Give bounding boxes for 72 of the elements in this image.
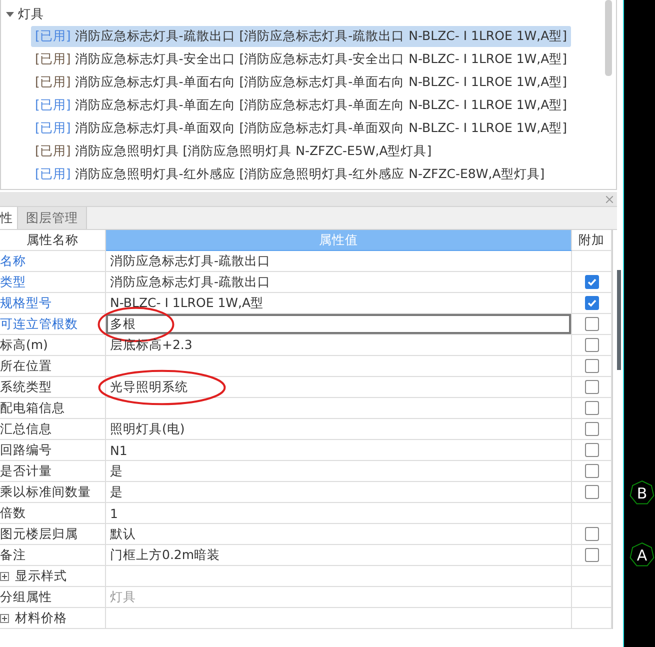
property-value: N-BLZC- Ⅰ 1LROE 1W,A型 [106, 293, 572, 314]
checkbox[interactable] [584, 422, 598, 436]
property-name: 类型 [0, 272, 106, 293]
tab[interactable]: 性 [0, 207, 18, 229]
group-label: 材料价格 [15, 610, 67, 626]
property-value: 门框上方0.2m暗装 [106, 545, 572, 566]
property-value: 照明灯具(电) [106, 419, 572, 440]
property-name: 乘以标准间数量 [0, 482, 106, 503]
property-name: 标高(m) [0, 335, 106, 356]
property-value: 灯具 [106, 587, 572, 608]
axis-marker: A [629, 542, 655, 568]
status-tag: [已用] [35, 143, 71, 160]
collapse-triangle-icon[interactable] [5, 10, 15, 18]
close-icon[interactable] [606, 196, 613, 202]
expand-icon[interactable] [0, 572, 9, 580]
property-name: 图元楼层归属 [0, 524, 106, 545]
checkbox[interactable] [584, 401, 598, 415]
checkbox[interactable] [584, 275, 598, 289]
property-name: 汇总信息 [0, 419, 106, 440]
property-name: 回路编号 [0, 440, 106, 461]
property-name: 倍数 [0, 503, 106, 524]
property-name: 是否计量 [0, 461, 106, 482]
checkbox[interactable] [584, 443, 598, 457]
property-value: 消防应急标志灯具-疏散出口 [106, 251, 572, 272]
tree-item[interactable]: [已用] 消防应急标志灯具-疏散出口 [消防应急标志灯具-疏散出口 N-BLZC- Ⅰ 1LROE 1W,A型] [31, 26, 572, 47]
checkbox[interactable] [584, 380, 598, 394]
group-label: 显示样式 [15, 568, 67, 584]
tree-item[interactable]: [已用] 消防应急标志灯具-安全出口 [消防应急标志灯具-安全出口 N-BLZC- Ⅰ 1LROE 1W,A型] [31, 49, 572, 70]
tree-item[interactable]: [已用] 消防应急照明灯具 [消防应急照明灯具 N-ZFZC-E5W,A型灯具] [31, 141, 436, 162]
property-value: 是 [106, 482, 572, 503]
checkbox[interactable] [584, 338, 598, 352]
status-tag: [已用] [35, 51, 71, 68]
checkbox[interactable] [584, 296, 598, 310]
property-value: 光导照明系统 [106, 377, 572, 398]
property-value: 默认 [106, 524, 572, 545]
property-name: 备注 [0, 545, 106, 566]
scrollbar-thumb[interactable] [605, 0, 612, 76]
property-value: 消防应急标志灯具-疏散出口 [106, 272, 572, 293]
status-tag: [已用] [35, 166, 71, 183]
property-value: 是 [106, 461, 572, 482]
status-tag: [已用] [35, 28, 71, 45]
expand-icon[interactable] [0, 614, 9, 622]
cad-canvas[interactable]: B A [623, 0, 655, 647]
tab[interactable]: 图层管理 [18, 207, 87, 229]
column-header: 附加 [572, 230, 612, 251]
tree-item[interactable]: [已用] 消防应急标志灯具-单面左向 [消防应急标志灯具-单面左向 N-BLZC- Ⅰ 1LROE 1W,A型] [31, 95, 572, 116]
checkbox[interactable] [584, 527, 598, 541]
tree-item[interactable]: [已用] 消防应急标志灯具-单面右向 [消防应急标志灯具-单面右向 N-BLZC- Ⅰ 1LROE 1W,A型] [31, 72, 572, 93]
checkbox[interactable] [584, 464, 598, 478]
status-tag: [已用] [35, 120, 71, 137]
property-value: 1 [106, 503, 572, 524]
status-tag: [已用] [35, 74, 71, 91]
property-name: 分组属性 [0, 587, 106, 608]
property-name: 所在位置 [0, 356, 106, 377]
tree-group-label[interactable]: 灯具 [18, 6, 44, 22]
property-name: 配电箱信息 [0, 398, 106, 419]
property-name: 系统类型 [0, 377, 106, 398]
splitter-handle[interactable] [617, 270, 621, 370]
axis-marker: B [629, 480, 655, 506]
tree-item[interactable]: [已用] 消防应急照明灯具-红外感应 [消防应急照明灯具-红外感应 N-ZFZC-E8W,A型灯具] [31, 164, 549, 185]
checkbox[interactable] [584, 548, 598, 562]
property-name: 规格型号 [0, 293, 106, 314]
value-input-field[interactable]: 多根 [106, 314, 572, 335]
checkbox[interactable] [584, 485, 598, 499]
property-name: 名称 [0, 251, 106, 272]
property-name: 可连立管根数 [0, 314, 106, 335]
checkbox[interactable] [584, 359, 598, 373]
tree-item[interactable]: [已用] 消防应急标志灯具-单面双向 [消防应急标志灯具-单面双向 N-BLZC- Ⅰ 1LROE 1W,A型] [31, 118, 572, 139]
column-header: 属性值 [106, 230, 572, 251]
property-value: N1 [106, 440, 572, 461]
checkbox[interactable] [584, 317, 598, 331]
status-tag: [已用] [35, 97, 71, 114]
